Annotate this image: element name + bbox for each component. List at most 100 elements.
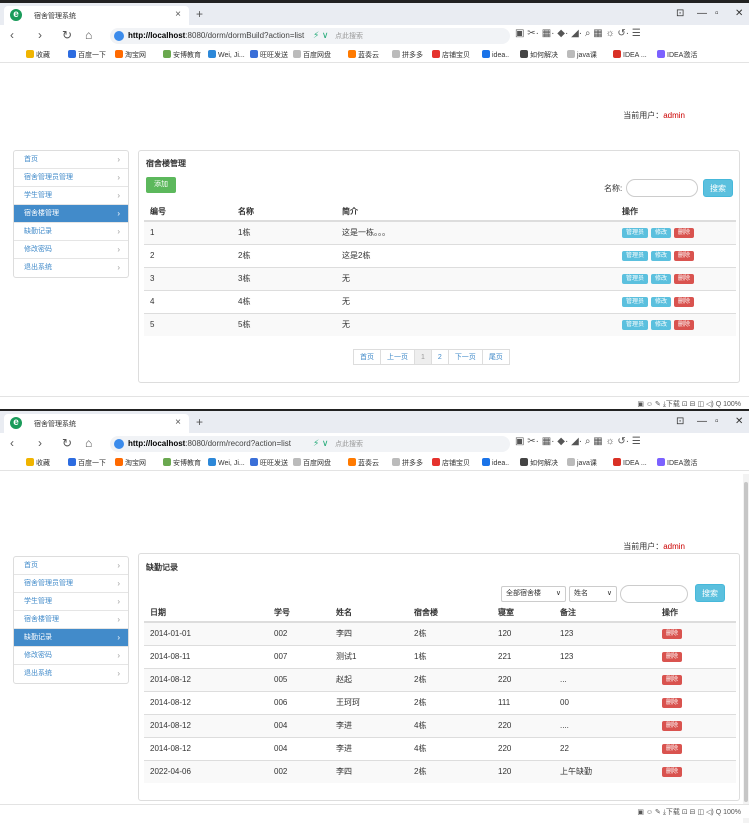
delete-button[interactable]: 删除 [674,296,695,307]
sidebar-item-password[interactable]: 修改密码 › [14,241,128,259]
search-input[interactable] [626,179,698,197]
sidebar-item-home[interactable]: 首页 › [14,151,128,169]
toolbar-icons[interactable]: ▣ ✂· ▦· ◆· ◢· ⌕ ▦ ☼ ↺· ☰ [515,436,641,447]
tab-list-icon[interactable]: ⊡ [676,416,684,427]
delete-button[interactable]: 删除 [662,674,683,685]
bookmark-item[interactable]: 旺旺发送 [250,458,288,468]
bookmark-item[interactable]: IDEA ... [613,458,647,467]
bookmark-item[interactable]: 淘宝网 [115,50,146,60]
edit-button[interactable]: 修改 [651,250,672,261]
url-field[interactable]: http://localhost:8080/dorm/record?action… [110,436,510,452]
bookmark-item[interactable]: 百度一下 [68,50,106,60]
sidebar-item-students[interactable]: 学生管理 › [14,593,128,611]
search-placeholder[interactable]: 点此搜索 [335,439,363,449]
tab-close-icon[interactable]: × [175,417,181,428]
maximize-icon[interactable]: ▫ [715,416,719,427]
home-icon[interactable]: ⌂ [85,436,92,450]
bookmark-item[interactable]: 拼多多 [392,50,423,60]
sidebar-item-absence[interactable]: 缺勤记录 › [14,629,128,647]
new-tab-icon[interactable]: + [196,415,203,429]
bookmark-item[interactable]: 拼多多 [392,458,423,468]
bookmark-item[interactable]: idea.. [482,50,509,59]
bookmark-item[interactable]: 如何解决 [520,458,558,468]
bookmark-item[interactable]: 安博教育 [163,50,201,60]
sidebar-item-dorm-managers[interactable]: 宿舍管理员管理 › [14,575,128,593]
bookmark-item[interactable]: 如何解决 [520,50,558,60]
bookmark-item[interactable]: idea.. [482,458,509,467]
sidebar-item-logout[interactable]: 退出系统 › [14,665,128,683]
minimize-icon[interactable]: — [697,416,707,427]
search-placeholder[interactable]: 点此搜索 [335,31,363,41]
tab-list-icon[interactable]: ⊡ [676,8,684,19]
bookmark-item[interactable]: java课 [567,458,597,468]
delete-button[interactable]: 删除 [662,628,683,639]
edit-button[interactable]: 修改 [651,227,672,238]
bookmark-item[interactable]: 蓝奏云 [348,458,379,468]
sidebar-item-home[interactable]: 首页 › [14,557,128,575]
add-button[interactable]: 添加 [146,177,176,193]
sidebar-item-students[interactable]: 学生管理 › [14,187,128,205]
bookmark-item[interactable]: 店铺宝贝 [432,50,470,60]
back-icon[interactable]: ‹ [10,28,14,42]
manager-button[interactable]: 管理员 [622,296,649,307]
building-select[interactable]: 全部宿舍楼 ∨ [501,586,566,602]
sidebar-item-buildings[interactable]: 宿舍楼管理 › [14,205,128,223]
manager-button[interactable]: 管理员 [622,319,649,330]
bookmark-item[interactable]: IDEA激活 [657,458,697,468]
search-button[interactable]: 搜索 [703,179,733,197]
delete-button[interactable]: 删除 [674,319,695,330]
page-first[interactable]: 首页 [353,349,381,365]
reload-icon[interactable]: ↻ [62,436,72,450]
delete-button[interactable]: 删除 [662,766,683,777]
bookmark-item[interactable]: 收藏 [26,50,50,60]
page-1[interactable]: 1 [414,349,432,365]
delete-button[interactable]: 删除 [674,250,695,261]
delete-button[interactable]: 删除 [662,743,683,754]
delete-button[interactable]: 删除 [674,273,695,284]
scrollbar-thumb[interactable] [744,482,748,802]
toolbar-icons[interactable]: ▣ ✂· ▦· ◆· ◢· ⌕ ▦ ☼ ↺· ☰ [515,28,641,39]
bookmark-item[interactable]: 百度网盘 [293,458,331,468]
search-button[interactable]: 搜索 [695,584,725,602]
bookmark-item[interactable]: 收藏 [26,458,50,468]
manager-button[interactable]: 管理员 [622,227,649,238]
bookmark-item[interactable]: java课 [567,50,597,60]
page-prev[interactable]: 上一页 [380,349,415,365]
status-icons[interactable]: ▣ ☺ ✎ ⤓下载 ⊡ ⊟ ◫ ◁) Q 100% [637,399,741,409]
bookmark-item[interactable]: 旺旺发送 [250,50,288,60]
bookmark-item[interactable]: IDEA激活 [657,50,697,60]
manager-button[interactable]: 管理员 [622,273,649,284]
back-icon[interactable]: ‹ [10,436,14,450]
field-select[interactable]: 姓名 ∨ [569,586,617,602]
close-window-icon[interactable]: ✕ [735,416,743,427]
url-field[interactable]: http://localhost:8080/dorm/dormBuild?act… [110,28,510,44]
sidebar-item-absence[interactable]: 缺勤记录 › [14,223,128,241]
delete-button[interactable]: 删除 [674,227,695,238]
reload-icon[interactable]: ↻ [62,28,72,42]
page-scrollbar[interactable] [743,474,749,823]
page-last[interactable]: 尾页 [481,349,510,365]
delete-button[interactable]: 删除 [662,651,683,662]
home-icon[interactable]: ⌂ [85,28,92,42]
bookmark-item[interactable]: Wei, Ji... [208,458,245,467]
forward-icon[interactable]: › [38,436,42,450]
search-input[interactable] [620,585,688,603]
sidebar-item-dorm-managers[interactable]: 宿舍管理员管理 › [14,169,128,187]
maximize-icon[interactable]: ▫ [715,8,719,19]
bookmark-item[interactable]: 店铺宝贝 [432,458,470,468]
close-window-icon[interactable]: ✕ [735,8,743,19]
browser-tab[interactable]: e 宿舍管理系统 × [4,6,189,25]
sidebar-item-password[interactable]: 修改密码 › [14,647,128,665]
edit-button[interactable]: 修改 [651,273,672,284]
bookmark-item[interactable]: 百度一下 [68,458,106,468]
new-tab-icon[interactable]: + [196,7,203,21]
browser-tab[interactable]: e 宿舍管理系统 × [4,414,189,433]
tab-close-icon[interactable]: × [175,9,181,20]
bookmark-item[interactable]: 百度网盘 [293,50,331,60]
lightning-icon[interactable]: ⚡ ∨ [313,438,328,449]
delete-button[interactable]: 删除 [662,720,683,731]
page-next[interactable]: 下一页 [447,349,483,365]
manager-button[interactable]: 管理员 [622,250,649,261]
lightning-icon[interactable]: ⚡ ∨ [313,30,328,41]
bookmark-item[interactable]: IDEA ... [613,50,647,59]
